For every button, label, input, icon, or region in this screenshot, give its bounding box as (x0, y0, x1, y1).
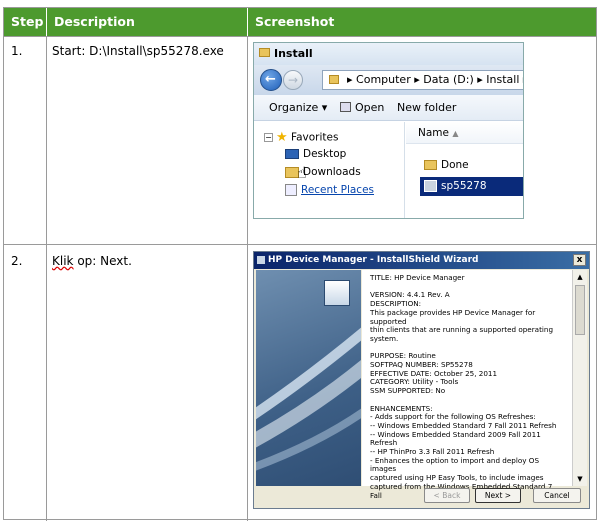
header-description: Description (47, 8, 247, 36)
row1-step: 1. (11, 44, 23, 58)
breadcrumb-computer[interactable]: Computer (356, 73, 411, 86)
open-button[interactable]: Open (340, 101, 384, 114)
release-notes-line: TITLE: HP Device Manager (370, 273, 465, 282)
file-list: Name ▲ Done sp55278 (406, 122, 523, 218)
open-icon (340, 102, 351, 112)
release-notes-scrollbar[interactable]: ▲ ▼ (572, 270, 587, 486)
explorer-screenshot: Install ← → ▸ Computer ▸ Data (D:) ▸ Ins… (253, 42, 524, 219)
installer-app-icon (257, 256, 265, 264)
nav-downloads-label: Downloads (303, 166, 361, 178)
hp-logo-icon (324, 280, 350, 306)
open-label: Open (355, 101, 385, 114)
folder-icon (424, 160, 437, 170)
header-step: Step (4, 8, 46, 36)
col-divider (247, 36, 248, 521)
release-notes-line: This package provides HP Device Manager … (370, 307, 536, 326)
release-notes-line: -- Windows Embedded Standard 2009 Fall 2… (370, 429, 541, 448)
cancel-button[interactable]: Cancel (533, 488, 581, 503)
installer-screenshot: HP Device Manager - InstallShield Wizard… (253, 251, 590, 509)
installer-title: HP Device Manager - InstallShield Wizard (268, 255, 479, 265)
row2-description-rest: op: Next. (73, 254, 132, 268)
organize-label: Organize (269, 101, 319, 114)
scroll-up-arrow-icon[interactable]: ▲ (575, 272, 585, 282)
scroll-thumb[interactable] (575, 285, 585, 335)
new-folder-button[interactable]: New folder (397, 101, 456, 114)
header-screenshot: Screenshot (248, 8, 596, 36)
close-button[interactable]: x (573, 254, 586, 266)
installer-icon (424, 180, 437, 192)
hand-cursor-icon: ☝ (297, 163, 307, 182)
row2-step: 2. (11, 254, 23, 268)
release-notes: TITLE: HP Device Manager VERSION: 4.4.1 R… (362, 270, 572, 499)
release-notes-line: thin clients that are running a supporte… (370, 325, 554, 335)
scroll-down-arrow-icon[interactable]: ▼ (575, 474, 585, 484)
release-notes-line: SSM SUPPORTED: No (370, 386, 446, 396)
installer-title-bar: HP Device Manager - InstallShield Wizard… (254, 252, 589, 269)
recent-places-icon (285, 184, 297, 196)
file-item-selected[interactable]: sp55278 (420, 177, 523, 196)
back-button[interactable]: < Back (424, 488, 470, 503)
address-field[interactable]: ▸ Computer ▸ Data (D:) ▸ Install ▸ (322, 70, 523, 90)
forward-button[interactable]: → (283, 70, 303, 90)
nav-desktop-label: Desktop (303, 148, 347, 160)
star-icon: ★ (276, 130, 288, 145)
explorer-title: Install (254, 43, 523, 65)
file-item[interactable]: Done (424, 159, 469, 171)
explorer-title-text: Install (274, 47, 313, 60)
back-arrow-icon: ← (265, 72, 276, 87)
col-divider (46, 36, 47, 521)
navigation-pane: − ★ Favorites Desktop Downloads ☝ Recent … (254, 122, 405, 218)
organize-button[interactable]: Organize ▾ (269, 101, 327, 114)
nav-recent-places[interactable]: Recent Places (285, 184, 374, 196)
address-bar: ← → ▸ Computer ▸ Data (D:) ▸ Install ▸ (254, 65, 523, 95)
nav-desktop[interactable]: Desktop (285, 148, 346, 160)
nav-favorites[interactable]: − ★ Favorites (264, 130, 338, 145)
column-name-label: Name (418, 127, 449, 139)
file-name: sp55278 (441, 180, 487, 192)
release-notes-line: - Enhances the option to import and depl… (370, 455, 540, 474)
file-name: Done (441, 159, 469, 171)
desktop-icon (285, 149, 299, 159)
row-divider (4, 36, 596, 37)
nav-favorites-label: Favorites (291, 131, 339, 144)
forward-arrow-icon: → (288, 73, 299, 87)
next-button[interactable]: Next > (475, 488, 521, 503)
row1-description: Start: D:\Install\sp55278.exe (52, 44, 224, 58)
column-header-name[interactable]: Name ▲ (406, 122, 523, 144)
row2-description: Klik op: Next. (52, 254, 132, 268)
release-notes-line: system. (370, 333, 399, 343)
breadcrumb-drive[interactable]: Data (D:) (423, 73, 474, 86)
spellcheck-word: Klik (52, 254, 74, 268)
breadcrumb-install[interactable]: Install (486, 73, 519, 86)
folder-icon (259, 48, 270, 57)
back-button[interactable]: ← (260, 69, 282, 91)
nav-recent-label: Recent Places (301, 184, 375, 196)
installer-banner (254, 270, 371, 486)
row-divider (4, 244, 596, 245)
folder-icon (329, 75, 339, 84)
explorer-toolbar: Organize ▾ Open New folder (254, 95, 523, 121)
